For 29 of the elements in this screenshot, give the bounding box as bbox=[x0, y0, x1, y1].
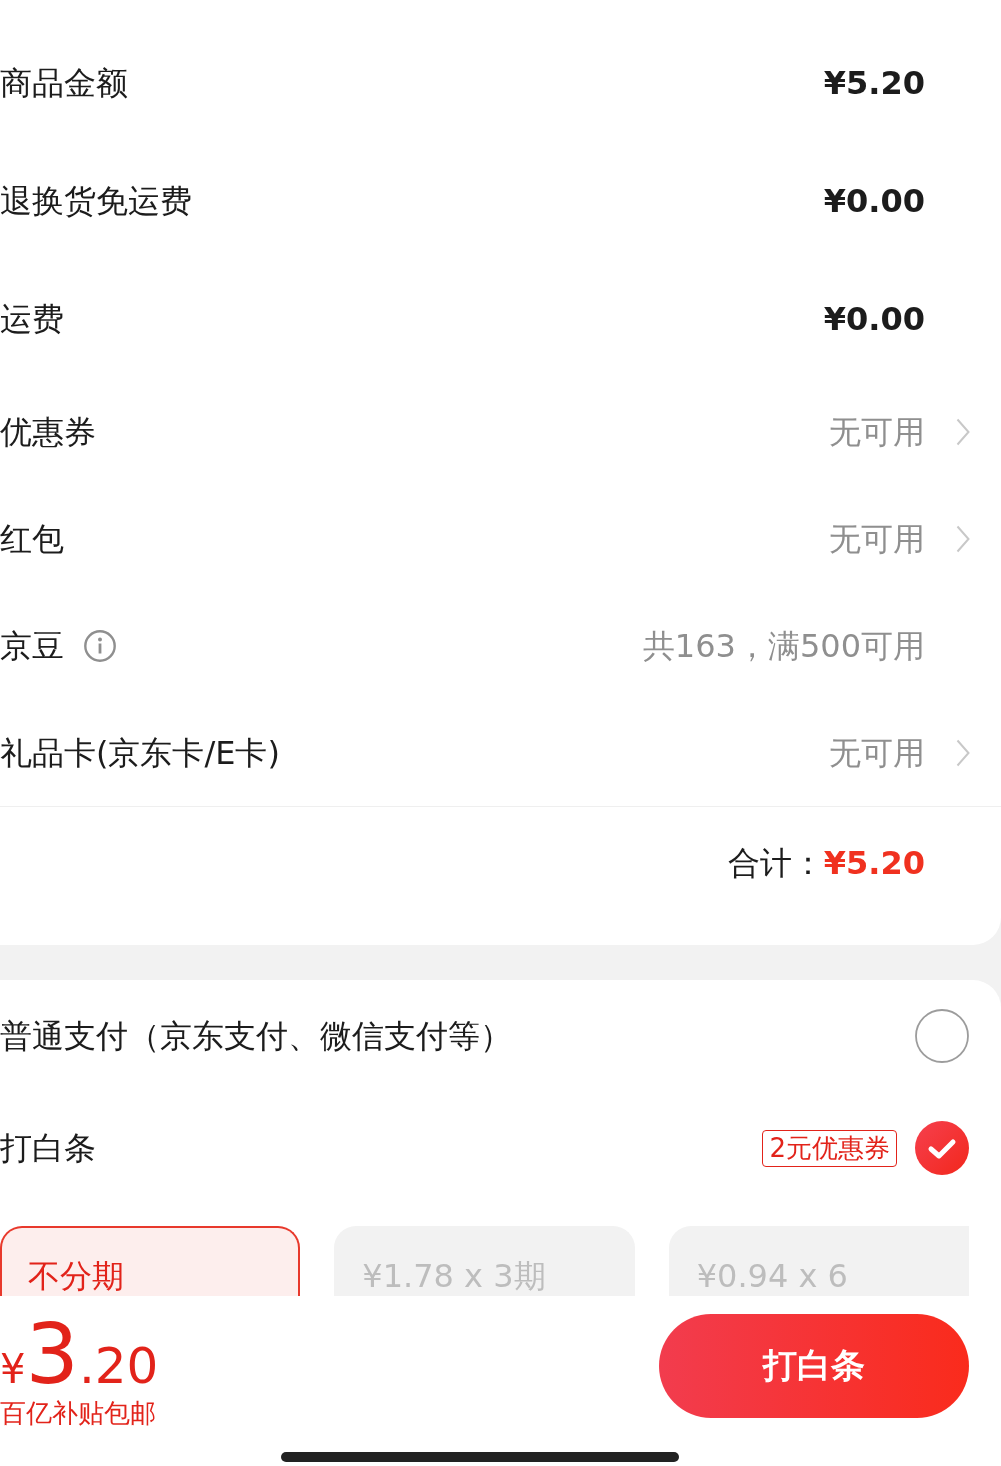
fee-value[interactable]: 无可用 bbox=[829, 732, 925, 773]
fee-label: 商品金额 bbox=[0, 63, 128, 103]
fee-value[interactable]: 无可用 bbox=[829, 518, 925, 559]
chevron-right-icon bbox=[956, 524, 970, 553]
promo-note: 百亿补贴包邮 bbox=[0, 1398, 156, 1428]
fee-value: 共163，满500可用 bbox=[642, 625, 925, 666]
fee-value: ¥5.20 bbox=[823, 63, 925, 103]
installment-option[interactable]: 不分期 bbox=[0, 1226, 301, 1296]
fee-label: 京豆 bbox=[0, 625, 64, 666]
fee-value[interactable]: 无可用 bbox=[829, 411, 925, 452]
chevron-right-icon bbox=[956, 738, 970, 767]
chevron-right-icon bbox=[956, 417, 970, 446]
empty-circle-icon[interactable] bbox=[915, 1009, 969, 1063]
total-label: 合计： bbox=[727, 843, 824, 883]
fee-label: 红包 bbox=[0, 518, 64, 559]
fee-label: 优惠券 bbox=[0, 411, 96, 452]
payment-method-label[interactable]: 打白条 bbox=[0, 1128, 763, 1168]
total-value: ¥5.20 bbox=[823, 843, 925, 883]
payment-method-label[interactable]: 普通支付（京东支付、微信支付等） bbox=[0, 1016, 915, 1056]
fee-label: 运费 bbox=[0, 299, 64, 339]
fee-value: ¥0.00 bbox=[823, 181, 925, 221]
total-price: ¥3.20 bbox=[0, 1312, 159, 1396]
fee-value: ¥0.00 bbox=[823, 299, 925, 339]
pay-button[interactable]: 打白条 bbox=[659, 1314, 969, 1418]
info-icon[interactable] bbox=[84, 629, 116, 662]
checkmark-circle-icon[interactable] bbox=[915, 1121, 969, 1175]
fee-label: 礼品卡(京东卡/E卡) bbox=[0, 732, 280, 773]
fee-label: 退换货免运费 bbox=[0, 181, 192, 221]
coupon-tag: 2元优惠券 bbox=[762, 1129, 897, 1167]
